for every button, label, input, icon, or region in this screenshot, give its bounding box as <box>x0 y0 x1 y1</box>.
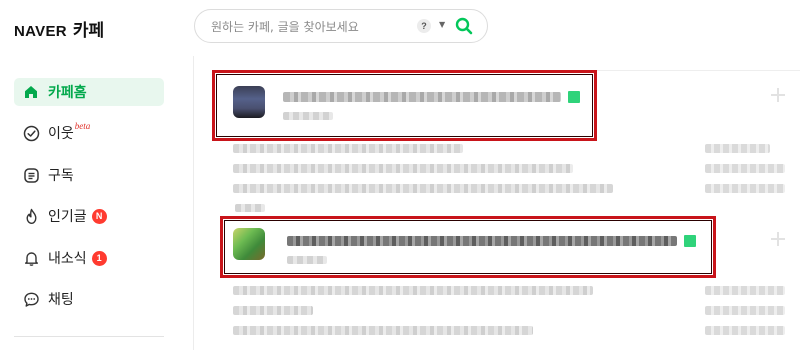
sidebar-item-subscribe[interactable]: 구독 <box>14 161 164 189</box>
bell-icon <box>22 249 40 267</box>
post-date-blurred <box>705 164 785 173</box>
sidebar-item-neighbors[interactable]: 이웃 beta <box>14 119 164 147</box>
sidebar-item-label: 채팅 <box>48 292 74 308</box>
search-bar: ? ▼ <box>194 9 488 43</box>
check-circle-icon <box>22 124 40 142</box>
sidebar-item-label: 구독 <box>48 168 74 184</box>
post-date-blurred <box>705 326 785 335</box>
post-body-blurred <box>233 184 613 193</box>
post-body-blurred <box>233 306 313 315</box>
sidebar-item-label: 인기글 <box>48 209 87 225</box>
sidebar-item-label: 내소식 <box>48 251 87 267</box>
post-meta-blurred <box>235 204 265 212</box>
sidebar-item-cafe-home[interactable]: 카페홈 <box>14 78 164 106</box>
feed-area <box>195 56 800 350</box>
highlight-box <box>220 216 716 278</box>
highlight-box <box>212 70 597 141</box>
top-header: NAVER 카페 ? ▼ <box>0 0 800 56</box>
sidebar-item-label: 카페홈 <box>48 85 87 101</box>
post-date-blurred <box>705 144 770 153</box>
post-date-blurred <box>705 184 785 193</box>
post-body-blurred <box>233 326 533 335</box>
brand-naver: NAVER <box>14 23 67 40</box>
sidebar-divider <box>14 336 164 337</box>
sidebar-item-my-news[interactable]: 내소식 1 <box>14 244 164 272</box>
chat-bubble-icon <box>22 290 40 308</box>
fire-icon <box>22 207 40 225</box>
plus-icon[interactable] <box>771 232 785 246</box>
notification-count-badge: 1 <box>91 250 107 266</box>
sidebar-item-popular[interactable]: 인기글 N <box>14 202 164 230</box>
search-input[interactable] <box>211 17 411 37</box>
new-badge: N <box>91 208 107 224</box>
sidebar-item-chat[interactable]: 채팅 <box>14 285 164 313</box>
post-body-blurred <box>233 286 593 295</box>
post-body-blurred <box>233 164 573 173</box>
plus-icon[interactable] <box>771 88 785 102</box>
home-icon <box>22 83 40 101</box>
sidebar: 카페홈 이웃 beta 구독 인기글 N 내소식 1 채팅 <box>0 56 194 350</box>
post-date-blurred <box>705 306 785 315</box>
sidebar-item-label: 이웃 <box>48 126 74 142</box>
logo[interactable]: NAVER 카페 <box>14 16 104 41</box>
post-body-blurred <box>233 144 463 153</box>
brand-cafe: 카페 <box>72 21 105 41</box>
search-option-caret-icon[interactable]: ▼ <box>439 20 445 29</box>
search-icon[interactable] <box>453 15 475 37</box>
post-date-blurred <box>705 286 785 295</box>
document-icon <box>22 166 40 184</box>
search-help-icon[interactable]: ? <box>417 19 431 33</box>
beta-tag: beta <box>74 121 91 131</box>
